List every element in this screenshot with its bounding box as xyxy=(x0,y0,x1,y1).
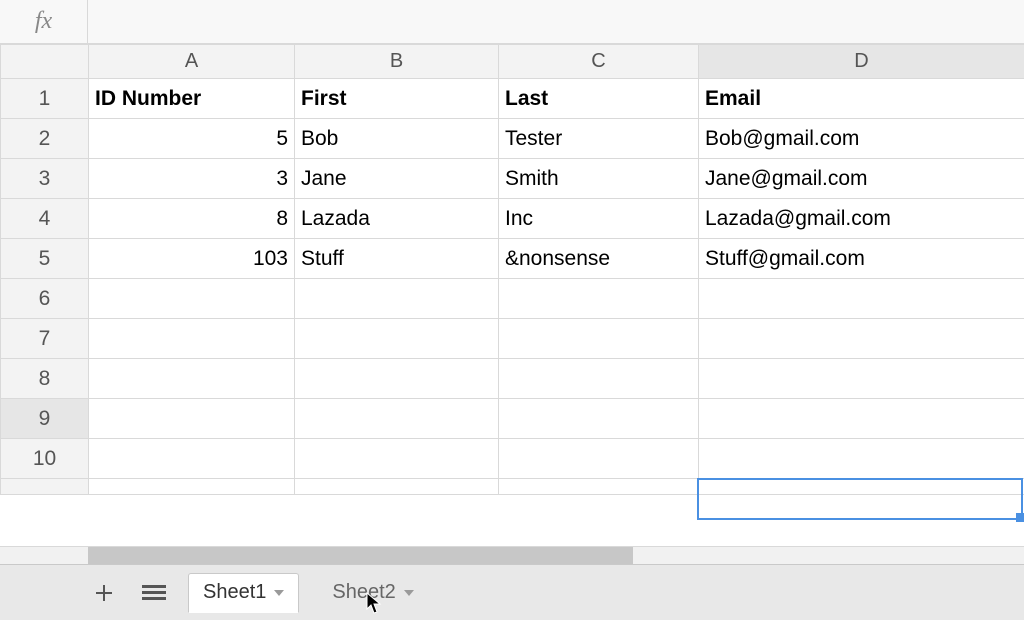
cell[interactable] xyxy=(295,439,499,479)
row-header[interactable]: 8 xyxy=(1,359,89,399)
cell[interactable] xyxy=(699,439,1024,479)
formula-input[interactable] xyxy=(88,0,1024,43)
cell[interactable] xyxy=(295,359,499,399)
col-header-C[interactable]: C xyxy=(499,45,699,79)
cell[interactable] xyxy=(699,319,1024,359)
cell[interactable] xyxy=(699,479,1024,495)
column-header-row: A B C D xyxy=(1,45,1024,79)
sheet-tab-label: Sheet1 xyxy=(203,581,266,604)
cell[interactable]: 3 xyxy=(89,159,295,199)
sheet-tab-label: Sheet2 xyxy=(332,581,395,604)
cell[interactable]: Email xyxy=(699,79,1024,119)
cell[interactable] xyxy=(699,399,1024,439)
cell[interactable]: Tester xyxy=(499,119,699,159)
cell[interactable] xyxy=(499,479,699,495)
cell[interactable] xyxy=(89,319,295,359)
row-header[interactable]: 1 xyxy=(1,79,89,119)
col-header-D[interactable]: D xyxy=(699,45,1024,79)
table-row: 5 103 Stuff &nonsense Stuff@gmail.com xyxy=(1,239,1024,279)
select-all-corner[interactable] xyxy=(1,45,89,79)
chevron-down-icon[interactable] xyxy=(274,590,284,596)
cell[interactable]: Smith xyxy=(499,159,699,199)
cell[interactable] xyxy=(499,279,699,319)
table-row: 8 xyxy=(1,359,1024,399)
cell[interactable]: Stuff xyxy=(295,239,499,279)
cell[interactable]: Last xyxy=(499,79,699,119)
cell[interactable] xyxy=(89,439,295,479)
table-row: 9 xyxy=(1,399,1024,439)
cell[interactable] xyxy=(499,319,699,359)
cell[interactable] xyxy=(295,319,499,359)
cell[interactable] xyxy=(89,399,295,439)
row-header[interactable]: 7 xyxy=(1,319,89,359)
cell[interactable]: 103 xyxy=(89,239,295,279)
cell[interactable]: Bob xyxy=(295,119,499,159)
sheet-tab-bar: Sheet1 Sheet2 xyxy=(0,564,1024,620)
scrollbar-thumb[interactable] xyxy=(88,547,633,564)
table-row: 4 8 Lazada Inc Lazada@gmail.com xyxy=(1,199,1024,239)
cell[interactable] xyxy=(89,479,295,495)
horizontal-scrollbar[interactable] xyxy=(0,546,1024,564)
cell[interactable] xyxy=(499,399,699,439)
table-row: 2 5 Bob Tester Bob@gmail.com xyxy=(1,119,1024,159)
row-header[interactable]: 2 xyxy=(1,119,89,159)
fx-label: fx xyxy=(0,0,88,43)
row-header[interactable]: 10 xyxy=(1,439,89,479)
cell[interactable]: Jane@gmail.com xyxy=(699,159,1024,199)
cell[interactable] xyxy=(295,399,499,439)
cell[interactable]: Jane xyxy=(295,159,499,199)
scrollbar-track[interactable] xyxy=(88,547,1024,564)
cell[interactable]: 5 xyxy=(89,119,295,159)
chevron-down-icon[interactable] xyxy=(404,590,414,596)
row-header[interactable]: 9 xyxy=(1,399,89,439)
row-header[interactable]: 6 xyxy=(1,279,89,319)
row-header[interactable] xyxy=(1,479,89,495)
table-row: 7 xyxy=(1,319,1024,359)
add-sheet-button[interactable] xyxy=(88,577,120,609)
cell[interactable] xyxy=(89,359,295,399)
cell[interactable]: Bob@gmail.com xyxy=(699,119,1024,159)
cell[interactable] xyxy=(699,359,1024,399)
table-row: 3 3 Jane Smith Jane@gmail.com xyxy=(1,159,1024,199)
cell[interactable]: First xyxy=(295,79,499,119)
cell[interactable] xyxy=(499,359,699,399)
row-header[interactable]: 4 xyxy=(1,199,89,239)
cell[interactable]: ID Number xyxy=(89,79,295,119)
cell[interactable]: Lazada xyxy=(295,199,499,239)
formula-bar: fx xyxy=(0,0,1024,44)
row-header[interactable]: 5 xyxy=(1,239,89,279)
cell[interactable]: Lazada@gmail.com xyxy=(699,199,1024,239)
spreadsheet-grid[interactable]: A B C D 1 ID Number First Last Email 2 5… xyxy=(0,44,1024,546)
cell[interactable] xyxy=(295,479,499,495)
sheet-tab[interactable]: Sheet2 xyxy=(317,573,428,613)
cell[interactable]: 8 xyxy=(89,199,295,239)
fill-handle[interactable] xyxy=(1016,513,1024,522)
all-sheets-button[interactable] xyxy=(138,577,170,609)
table-row: 10 xyxy=(1,439,1024,479)
row-header[interactable]: 3 xyxy=(1,159,89,199)
table-row xyxy=(1,479,1024,495)
cell[interactable] xyxy=(295,279,499,319)
cell[interactable] xyxy=(89,279,295,319)
cell[interactable] xyxy=(699,279,1024,319)
table-row: 1 ID Number First Last Email xyxy=(1,79,1024,119)
cell[interactable]: Inc xyxy=(499,199,699,239)
cell[interactable]: &nonsense xyxy=(499,239,699,279)
col-header-A[interactable]: A xyxy=(89,45,295,79)
cell[interactable]: Stuff@gmail.com xyxy=(699,239,1024,279)
col-header-B[interactable]: B xyxy=(295,45,499,79)
sheet-tab[interactable]: Sheet1 xyxy=(188,573,299,613)
table-row: 6 xyxy=(1,279,1024,319)
cell[interactable] xyxy=(499,439,699,479)
